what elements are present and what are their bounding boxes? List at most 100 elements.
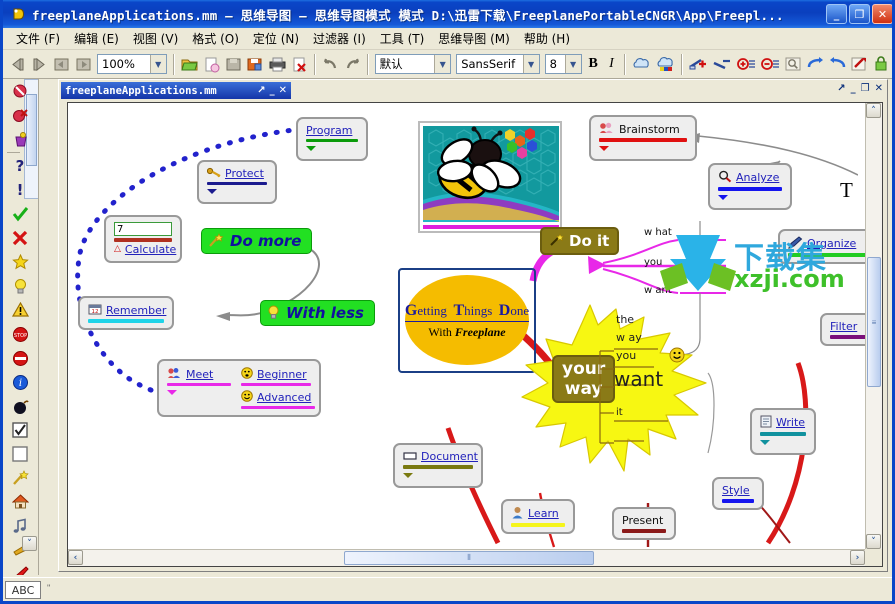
menu-view[interactable]: 视图 (V) xyxy=(126,28,185,49)
node-document[interactable]: Document xyxy=(393,443,483,488)
close-map-button[interactable] xyxy=(289,53,310,76)
minimize-button[interactable]: _ xyxy=(826,4,847,24)
collapse-triangle-icon[interactable] xyxy=(306,146,316,151)
node-learn[interactable]: Learn xyxy=(501,499,575,534)
bold-button[interactable]: B xyxy=(585,53,602,75)
document-minimize-button[interactable]: _ xyxy=(270,85,275,96)
chevron-down-icon[interactable]: ▼ xyxy=(522,55,539,73)
zoom-combo[interactable]: 100% ▼ xyxy=(97,54,167,74)
icon-warning-triangle[interactable] xyxy=(3,298,37,322)
menu-mindmap[interactable]: 思维导图 (M) xyxy=(431,28,517,49)
italic-button[interactable]: I xyxy=(603,53,620,75)
icon-cross-red[interactable] xyxy=(3,226,37,250)
collapse-triangle-icon[interactable] xyxy=(207,189,217,194)
icon-bucket[interactable] xyxy=(3,127,37,151)
icon-exclamation[interactable]: ! xyxy=(3,178,37,202)
open-button[interactable] xyxy=(179,53,200,76)
icon-magic-wand[interactable] xyxy=(3,466,37,490)
expand-node-button[interactable] xyxy=(735,53,758,76)
node-what[interactable]: w hat xyxy=(644,227,672,238)
menu-help[interactable]: 帮助 (H) xyxy=(517,28,577,49)
collapse-triangle-icon[interactable] xyxy=(718,195,728,200)
node-do-it[interactable]: Do it xyxy=(540,227,620,255)
bee-image[interactable] xyxy=(418,121,562,233)
node-with-less[interactable]: With less xyxy=(260,300,375,326)
document-close-button[interactable]: ✕ xyxy=(279,85,287,96)
save-all-button[interactable] xyxy=(245,53,266,76)
font-size-combo[interactable]: 8 ▼ xyxy=(544,54,582,74)
node-organize[interactable]: Organize xyxy=(778,229,865,264)
scroll-left-button[interactable]: ‹ xyxy=(68,550,83,565)
icon-star-yellow[interactable] xyxy=(3,250,37,274)
node-calculate-value[interactable]: 7 xyxy=(114,222,172,236)
icon-help-question[interactable]: ? xyxy=(3,154,37,178)
node-protect[interactable]: Protect xyxy=(197,160,277,204)
node-meet[interactable]: Meet Beginner Advanced xyxy=(157,359,321,417)
node-remember[interactable]: 12 Remember xyxy=(78,296,174,330)
node-advanced[interactable]: Advanced xyxy=(241,390,315,409)
menu-edit[interactable]: 编辑 (E) xyxy=(67,28,126,49)
node-you[interactable]: you xyxy=(644,257,662,268)
document-restore-button[interactable]: ↗ xyxy=(257,85,265,96)
cloud-child-you[interactable]: you xyxy=(616,349,636,362)
cloud-button[interactable] xyxy=(630,53,653,76)
mdi-minimize-button[interactable]: _ xyxy=(851,83,856,94)
node-calculate[interactable]: 7 △ Calculate xyxy=(104,215,182,263)
mdi-maximize-button[interactable]: ❐ xyxy=(861,83,870,94)
new-button[interactable] xyxy=(201,53,222,76)
sidebar-scroll-down-button[interactable]: ˅ xyxy=(22,536,37,551)
node-program[interactable]: Program xyxy=(296,117,368,161)
canvas-vertical-scrollbar[interactable]: ˄ ≡ ˅ xyxy=(865,103,882,549)
chevron-down-icon[interactable]: ▼ xyxy=(434,55,451,73)
canvas-horizontal-scrollbar[interactable]: ‹ ⦀ › xyxy=(68,549,865,566)
menu-tools[interactable]: 工具 (T) xyxy=(373,28,432,49)
icon-home[interactable] xyxy=(3,490,37,514)
cloud-child-it[interactable]: it xyxy=(616,407,623,418)
redo-button[interactable] xyxy=(342,53,363,76)
node-filter[interactable]: Filter xyxy=(820,313,865,346)
icon-stop-sign[interactable]: STOP xyxy=(3,322,37,346)
find-previous-button[interactable] xyxy=(827,53,848,76)
icon-checkbox-empty[interactable] xyxy=(3,442,37,466)
forward-button[interactable] xyxy=(29,53,50,76)
scroll-right-button[interactable]: › xyxy=(850,550,865,565)
triangle-icon[interactable]: △ xyxy=(114,245,121,254)
smiley-node-icon[interactable] xyxy=(669,347,685,368)
maximize-button[interactable]: ❐ xyxy=(849,4,870,24)
icon-checkbox-checked[interactable] xyxy=(3,418,37,442)
cloud-child-the[interactable]: the xyxy=(616,313,634,326)
menu-navigate[interactable]: 定位 (N) xyxy=(246,28,306,49)
cloud-child-way[interactable]: w ay xyxy=(616,331,642,344)
icon-music-note[interactable] xyxy=(3,514,37,538)
icon-forbidden[interactable] xyxy=(3,346,37,370)
next-map-button[interactable] xyxy=(73,53,94,76)
cloud-your-way[interactable]: your way the w ay you want it xyxy=(520,303,710,473)
chevron-down-icon[interactable]: ▼ xyxy=(149,55,166,73)
node-analyze[interactable]: Analyze xyxy=(708,163,792,210)
cloud-child-want[interactable]: want xyxy=(614,367,663,391)
node-write[interactable]: Write xyxy=(750,408,816,455)
style-combo[interactable]: 默认 ▼ xyxy=(374,54,452,74)
scroll-down-button[interactable]: ˅ xyxy=(866,534,881,549)
scroll-up-button[interactable]: ˄ xyxy=(866,103,881,118)
node-want[interactable]: w ant xyxy=(644,285,672,296)
root-node-getting-things-done[interactable]: Getting Things Done With Freeplane xyxy=(404,275,530,365)
close-button[interactable]: ✕ xyxy=(872,4,892,24)
map-canvas[interactable]: Program Protect 7 △ Calculate 12 Remembe… xyxy=(68,103,865,549)
menu-format[interactable]: 格式 (O) xyxy=(185,28,246,49)
node-beginner[interactable]: Beginner xyxy=(241,367,315,386)
icon-remove-all[interactable] xyxy=(3,103,37,127)
collapse-triangle-icon[interactable] xyxy=(403,473,413,478)
remove-node-button[interactable] xyxy=(711,53,734,76)
icon-remove-first[interactable] xyxy=(3,79,37,103)
icon-bomb[interactable] xyxy=(3,394,37,418)
collapse-node-button[interactable] xyxy=(759,53,782,76)
node-present[interactable]: Present xyxy=(612,507,676,540)
font-combo[interactable]: SansSerif ▼ xyxy=(456,54,540,74)
print-button[interactable] xyxy=(267,53,288,76)
save-button[interactable] xyxy=(223,53,244,76)
icon-idea-bulb[interactable] xyxy=(3,274,37,298)
collapse-triangle-icon[interactable] xyxy=(599,146,609,151)
collapse-triangle-icon[interactable] xyxy=(760,440,770,445)
icon-check-green[interactable] xyxy=(3,202,37,226)
